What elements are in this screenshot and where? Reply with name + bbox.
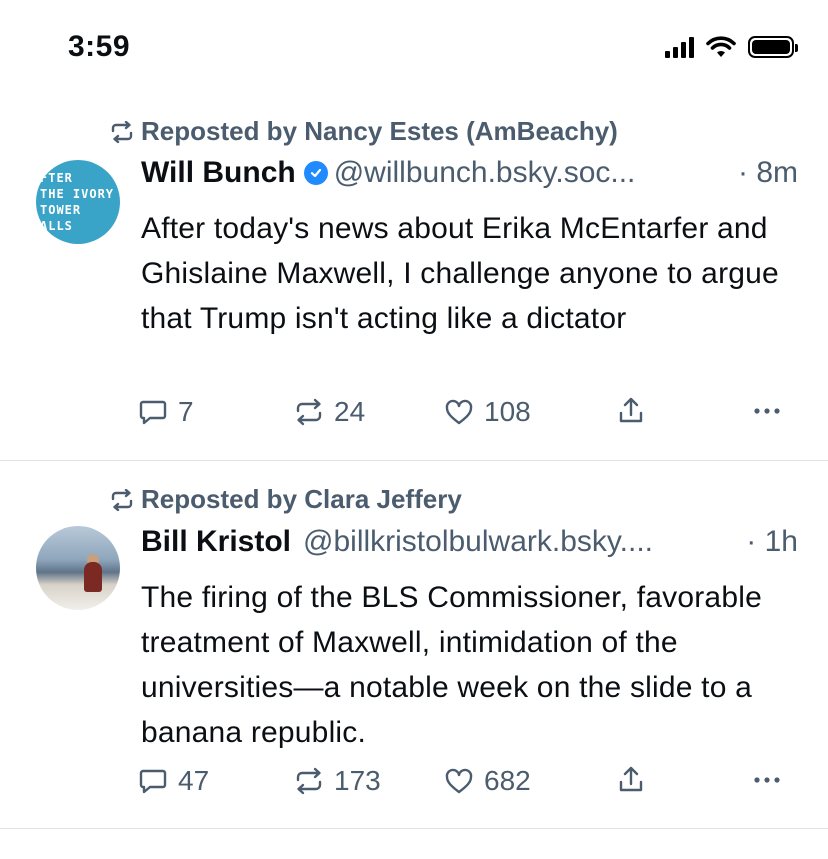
repost-icon — [296, 767, 322, 795]
more-options-button[interactable] — [752, 765, 782, 795]
reply-icon — [139, 769, 167, 794]
post-age[interactable]: · 1h — [746, 525, 798, 559]
post-divider — [0, 828, 828, 829]
repost-count: 173 — [334, 765, 381, 796]
share-icon — [619, 766, 643, 792]
reply-count: 47 — [178, 765, 210, 796]
author-name[interactable]: Bill Kristol — [141, 525, 291, 559]
feed-post[interactable]: Reposted by Clara Jeffery Bill Kristol @… — [0, 0, 828, 828]
like-count: 682 — [484, 765, 531, 796]
share-button[interactable] — [616, 765, 646, 795]
more-icon — [754, 777, 780, 783]
author-handle[interactable]: @billkristolbulwark.bsky.... — [303, 525, 738, 559]
heart-icon — [445, 768, 473, 794]
post-header: Bill Kristol @billkristolbulwark.bsky...… — [141, 525, 798, 559]
repost-icon — [111, 488, 133, 511]
repost-button[interactable]: 173 — [294, 765, 381, 797]
avatar[interactable] — [36, 526, 120, 610]
reply-button[interactable]: 47 — [138, 765, 209, 797]
repost-indicator: Reposted by Clara Jeffery — [110, 484, 462, 515]
like-button[interactable]: 682 — [444, 765, 531, 797]
post-text: The firing of the BLS Commissioner, favo… — [141, 581, 762, 749]
repost-label: Reposted by Clara Jeffery — [141, 484, 462, 514]
post-actions: 47 173 682 — [138, 765, 798, 805]
